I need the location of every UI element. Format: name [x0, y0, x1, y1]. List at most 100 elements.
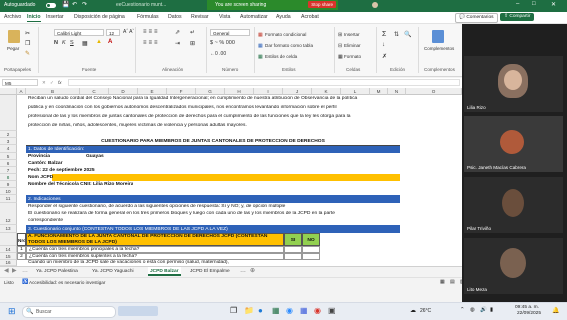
participant-tile[interactable]: Pilar Triviño	[464, 177, 563, 233]
row-header[interactable]	[0, 233, 17, 246]
column-header[interactable]: C	[80, 88, 109, 95]
select-all-corner[interactable]	[0, 88, 17, 95]
formula-enter-icon[interactable]: ✓	[50, 80, 54, 86]
column-header[interactable]: A	[17, 88, 26, 95]
row-header[interactable]	[0, 95, 17, 131]
row-header[interactable]: 8	[0, 174, 17, 181]
clock-date[interactable]: 22/09/2025	[517, 311, 541, 316]
vertical-align-icons[interactable]: ≡≡≡	[143, 29, 160, 35]
question-number[interactable]: 2	[17, 253, 26, 260]
instructions-line[interactable]: correspondiente	[28, 218, 460, 223]
menu-acrobat[interactable]: Acrobat	[301, 14, 319, 20]
store-icon[interactable]: ▣	[328, 306, 336, 315]
question-text[interactable]: ¿Cuenta con tres miembros principales a …	[26, 246, 284, 253]
volume-icon[interactable]: 🔊	[480, 307, 487, 313]
row-header[interactable]: 6	[0, 160, 17, 167]
row-header[interactable]: 7	[0, 167, 17, 174]
merge-cells-icon[interactable]: ⊞	[190, 40, 195, 47]
temperature[interactable]: 26°C	[420, 308, 431, 314]
section-instructions-title[interactable]: 2. Indicaciones	[28, 196, 61, 203]
clear-icon[interactable]: ✗	[382, 53, 387, 60]
column-header[interactable]: B	[26, 88, 80, 95]
number-format-select[interactable]: General	[210, 29, 250, 36]
weather-icon[interactable]: ☁	[410, 307, 416, 314]
questionnaire-title[interactable]: CUESTIONARIO PARA MIEMBROS DE JUNTAS CAN…	[26, 139, 400, 144]
find-select-icon[interactable]: 🔍	[404, 31, 411, 38]
orientation-icon[interactable]: ⇗	[175, 29, 180, 36]
chrome-icon[interactable]: ◉	[314, 306, 321, 315]
row-header[interactable]: 14	[0, 246, 17, 253]
section-joint-title[interactable]: 3. Cuestionario conjunto (CONTESTAN TODO…	[28, 226, 228, 233]
edge-icon[interactable]: ●	[258, 306, 263, 315]
question-text[interactable]: ¿Cuenta con tres miembros suplentes a la…	[26, 253, 284, 260]
instructions-line[interactable]: Responder el siguiente cuestionario, de …	[28, 204, 460, 209]
column-header[interactable]: J	[283, 88, 312, 95]
sort-filter-icon[interactable]: ⇅	[394, 31, 399, 38]
column-header[interactable]: K	[312, 88, 341, 95]
wrap-text-icon[interactable]: ↵	[190, 29, 195, 36]
yes-answer-cell[interactable]	[284, 246, 302, 253]
addins-button[interactable]: Complementos	[424, 46, 454, 51]
question-number[interactable]: 1	[17, 246, 26, 253]
formula-cancel-icon[interactable]: ✕	[42, 80, 46, 86]
province-label[interactable]: Provincia	[28, 153, 50, 160]
row-header[interactable]: 12	[0, 203, 17, 225]
intro-text-line[interactable]: Reciban un saludo cordial del Consejo Na…	[28, 96, 460, 101]
menu-view[interactable]: Vista	[219, 14, 230, 20]
column-header[interactable]: O	[406, 88, 462, 95]
column-header[interactable]: F	[167, 88, 196, 95]
cut-icon[interactable]: ✂	[25, 30, 30, 38]
column-header[interactable]: N	[388, 88, 406, 95]
cell-styles-icon[interactable]: ▦	[258, 54, 263, 60]
decimal-icons[interactable]: ←0 .00	[210, 51, 226, 57]
row-header[interactable]: 13	[0, 225, 17, 233]
canton-field[interactable]: Cantón: Balzar	[28, 160, 63, 167]
next-sheet-icon[interactable]: ▶	[12, 267, 17, 276]
more-sheets-icon[interactable]: …	[22, 267, 28, 276]
insert-cells-button[interactable]: Insertar	[344, 32, 360, 37]
horizontal-align-icons[interactable]: ≡≡≡	[143, 40, 160, 46]
participant-tile[interactable]: Lito Meza	[464, 238, 563, 294]
participant-tile[interactable]: Psic. Janeth Macías Cabrera	[464, 116, 563, 172]
undo-icon[interactable]: ↶	[72, 1, 77, 8]
row-header[interactable]: 4	[0, 145, 17, 153]
accessibility-icon[interactable]: ♿	[22, 279, 28, 285]
column-header[interactable]: L	[341, 88, 370, 95]
accessibility-status[interactable]: Accesibilidad: es necesario investigar	[29, 280, 105, 285]
excel-icon[interactable]: ▦	[272, 306, 280, 315]
comments-button[interactable]: 💬 Comentarios	[455, 13, 498, 23]
column-header[interactable]: I	[254, 88, 283, 95]
column-header[interactable]: M	[370, 88, 388, 95]
autosum-icon[interactable]: Σ	[382, 31, 386, 38]
battery-icon[interactable]: ▮	[490, 307, 493, 313]
grow-font-icon[interactable]: Aˆ Aˇ	[123, 29, 134, 35]
copy-icon[interactable]: ❐	[25, 40, 30, 48]
number-column-header[interactable]: Nro.	[17, 233, 26, 246]
no-column-header[interactable]: NO	[302, 233, 320, 246]
paste-label[interactable]: Pegar	[7, 46, 19, 51]
format-painter-icon[interactable]: ✎	[25, 50, 30, 58]
user-avatar[interactable]	[372, 2, 378, 8]
row-header[interactable]: 11	[0, 195, 17, 203]
menu-insert[interactable]: Insertar	[46, 14, 64, 20]
menu-home[interactable]: Inicio	[27, 14, 41, 22]
no-answer-cell[interactable]	[302, 246, 320, 253]
fill-icon[interactable]: ↓	[382, 42, 385, 48]
jcpd-name-field[interactable]: Nom JCPD	[28, 174, 53, 181]
autosave-toggle[interactable]	[46, 3, 56, 8]
row-header[interactable]: 15	[0, 253, 17, 260]
menu-formulas[interactable]: Fórmulas	[137, 14, 159, 20]
bold-icon[interactable]: N	[54, 40, 58, 46]
task-view-icon[interactable]: ❐	[230, 306, 237, 315]
notifications-icon[interactable]: 🔔	[552, 307, 559, 314]
cell-styles-button[interactable]: Estilos de celda	[265, 54, 297, 59]
menu-automate[interactable]: Automatizar	[240, 14, 268, 20]
row-header[interactable]: 2	[0, 131, 17, 138]
spreadsheet-grid[interactable]: A B C D E F G H I J K L M N O 2 3 4 5 6 …	[0, 88, 462, 266]
file-explorer-icon[interactable]: 📁	[244, 306, 254, 315]
font-size-select[interactable]: 12	[106, 29, 120, 36]
addins-icon[interactable]	[432, 30, 444, 43]
column-header[interactable]: E	[138, 88, 167, 95]
windows-start-icon[interactable]: ⊞	[8, 306, 16, 317]
tray-arrow-icon[interactable]: ⌃	[460, 307, 465, 313]
